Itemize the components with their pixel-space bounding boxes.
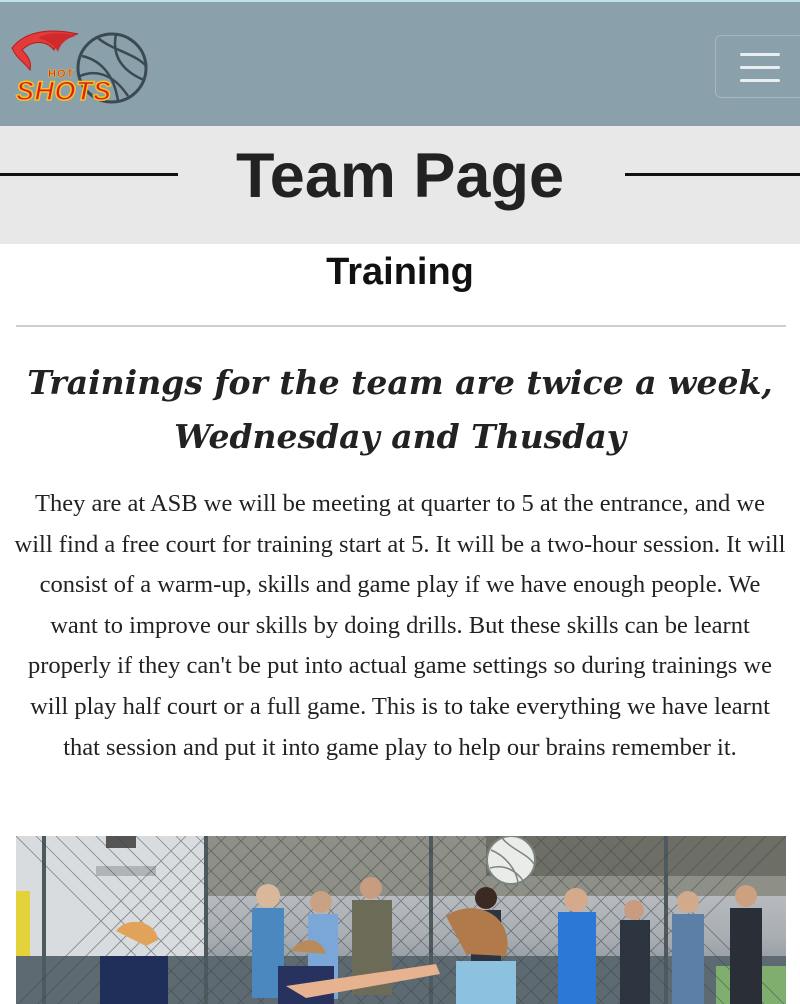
divider — [16, 325, 786, 327]
page-title: Team Page — [236, 141, 564, 211]
training-subheading: Trainings for the team are twice a week,… — [27, 363, 773, 456]
training-photo — [16, 836, 786, 1004]
logo-shots-text: SHOTS — [15, 76, 112, 106]
training-description: They are at ASB we will be meeting at qu… — [14, 490, 786, 761]
section-heading: Training — [326, 251, 474, 293]
navbar: HOT SHOTS — [0, 0, 800, 126]
menu-toggle-button[interactable] — [715, 35, 800, 98]
title-band: Team Page — [0, 126, 800, 244]
netball-photo-illustration — [16, 836, 786, 1004]
